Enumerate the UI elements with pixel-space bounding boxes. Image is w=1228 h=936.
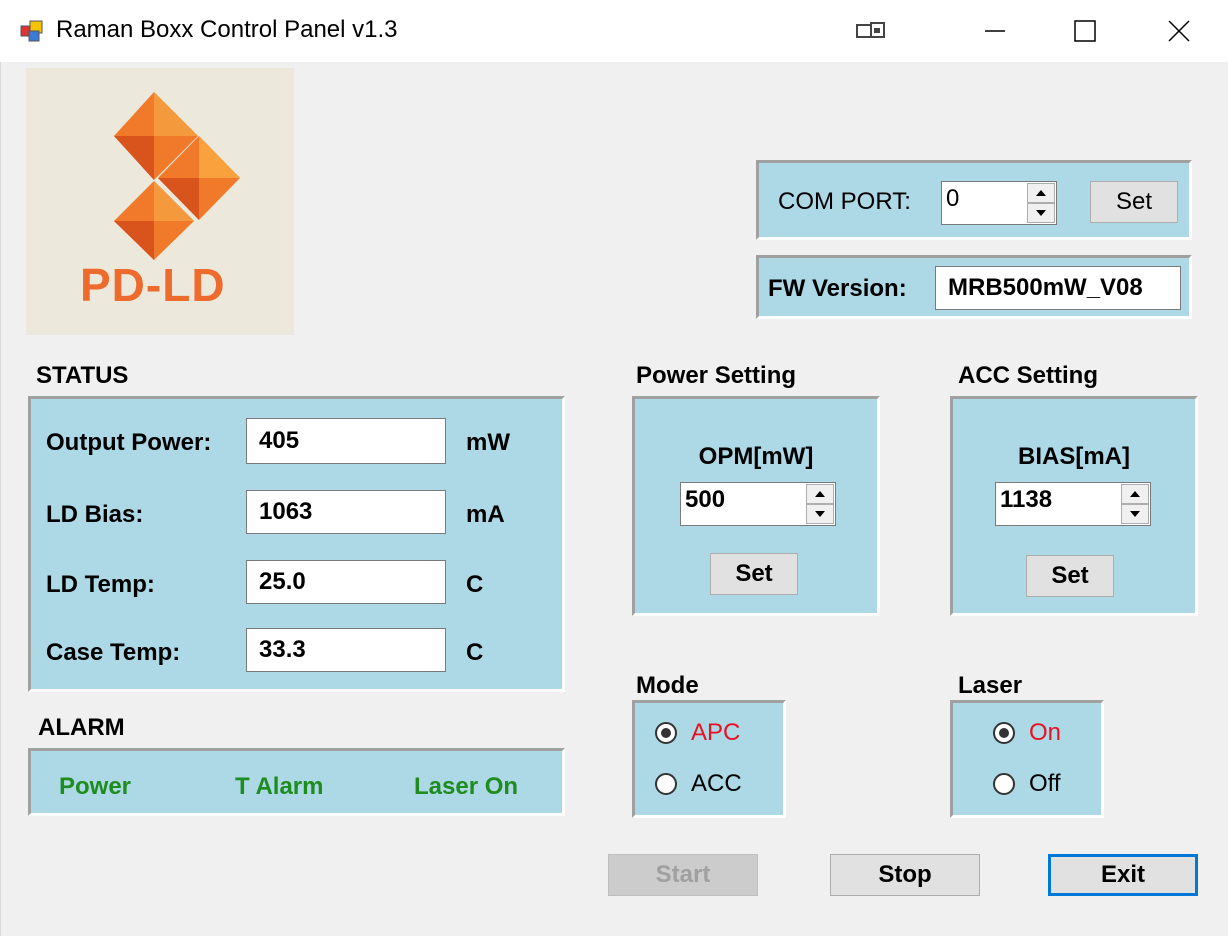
fw-version-field[interactable]: MRB500mW_V08 xyxy=(935,266,1181,310)
spin-down-button[interactable] xyxy=(1027,203,1055,223)
power-set-button[interactable]: Set xyxy=(710,553,798,595)
logo-diamonds-icon xyxy=(114,92,240,260)
exit-button[interactable]: Exit xyxy=(1048,854,1198,896)
status-panel: Output Power: 405 mW LD Bias: 1063 mA LD… xyxy=(28,396,565,692)
laser-off-label: Off xyxy=(1029,770,1061,797)
radio-selected-icon xyxy=(993,722,1015,744)
laser-title: Laser xyxy=(958,672,1023,699)
mode-panel: APC ACC xyxy=(632,700,786,818)
alarm-panel: Power T Alarm Laser On xyxy=(28,748,565,816)
laser-on-label: On xyxy=(1029,719,1062,746)
output-power-label: Output Power: xyxy=(46,429,212,456)
spin-up-button[interactable] xyxy=(1027,183,1055,203)
ld-bias-field[interactable]: 1063 xyxy=(246,490,446,534)
com-port-label: COM PORT: xyxy=(778,188,911,215)
close-icon xyxy=(1168,20,1190,42)
radio-selected-icon xyxy=(655,722,677,744)
opm-label: OPM[mW] xyxy=(698,443,814,470)
arrow-down-icon xyxy=(1130,511,1140,517)
arrow-up-icon xyxy=(1130,491,1140,497)
spin-up-button[interactable] xyxy=(1121,484,1149,504)
ld-temp-field[interactable]: 25.0 xyxy=(246,560,446,604)
start-button[interactable]: Start xyxy=(608,854,758,896)
title-bar: Raman Boxx Control Panel v1.3 xyxy=(0,0,1228,62)
arrow-down-icon xyxy=(815,511,825,517)
bias-stepper[interactable]: 1138 xyxy=(995,482,1151,526)
com-port-set-button[interactable]: Set xyxy=(1090,181,1178,223)
arrow-up-icon xyxy=(1036,190,1046,196)
radio-unselected-icon xyxy=(993,773,1015,795)
case-temp-unit: C xyxy=(466,639,484,666)
spin-up-button[interactable] xyxy=(806,484,834,504)
radio-unselected-icon xyxy=(655,773,677,795)
fw-version-panel: FW Version: MRB500mW_V08 xyxy=(756,255,1192,319)
laser-off-radio[interactable]: Off xyxy=(993,770,1061,798)
opm-value: 500 xyxy=(685,486,726,513)
ld-bias-unit: mA xyxy=(466,501,505,528)
power-setting-panel: OPM[mW] 500 Set xyxy=(632,396,880,616)
window-title: Raman Boxx Control Panel v1.3 xyxy=(56,16,398,43)
logo-text: PD-LD xyxy=(80,259,226,311)
case-temp-field[interactable]: 33.3 xyxy=(246,628,446,672)
mode-apc-label: APC xyxy=(691,719,741,746)
case-temp-label: Case Temp: xyxy=(46,639,181,666)
output-power-field[interactable]: 405 xyxy=(246,418,446,464)
ld-temp-label: LD Temp: xyxy=(46,571,155,598)
fw-version-label: FW Version: xyxy=(768,275,907,302)
com-port-panel: COM PORT: 0 Set xyxy=(756,160,1192,240)
acc-setting-title: ACC Setting xyxy=(958,362,1098,389)
snap-icon-button[interactable] xyxy=(826,0,916,62)
window-snap-icon xyxy=(856,22,885,38)
alarm-laser-on-indicator: Laser On xyxy=(414,773,519,800)
pd-ld-logo: PD-LD xyxy=(26,68,294,335)
opm-stepper[interactable]: 500 xyxy=(680,482,836,526)
alarm-temp-indicator: T Alarm xyxy=(235,773,324,800)
maximize-icon xyxy=(1074,20,1096,42)
bias-value: 1138 xyxy=(1000,486,1053,513)
acc-set-button[interactable]: Set xyxy=(1026,555,1114,597)
mode-apc-radio[interactable]: APC xyxy=(655,719,740,747)
minimize-button[interactable] xyxy=(950,0,1040,62)
status-title: STATUS xyxy=(36,362,129,389)
stop-button[interactable]: Stop xyxy=(830,854,980,896)
com-port-stepper[interactable]: 0 xyxy=(941,181,1057,225)
laser-on-radio[interactable]: On xyxy=(993,719,1061,747)
mode-title: Mode xyxy=(636,672,699,699)
ld-bias-label: LD Bias: xyxy=(46,501,144,528)
laser-panel: On Off xyxy=(950,700,1104,818)
alarm-title: ALARM xyxy=(38,714,125,741)
app-icon xyxy=(20,20,43,42)
arrow-up-icon xyxy=(815,491,825,497)
minimize-icon xyxy=(985,30,1005,32)
spin-down-button[interactable] xyxy=(1121,504,1149,524)
ld-temp-unit: C xyxy=(466,571,484,598)
maximize-button[interactable] xyxy=(1040,0,1130,62)
bias-label: BIAS[mA] xyxy=(1018,443,1130,470)
com-port-value: 0 xyxy=(946,185,960,212)
mode-acc-radio[interactable]: ACC xyxy=(655,770,742,798)
output-power-unit: mW xyxy=(466,429,510,456)
close-button[interactable] xyxy=(1134,0,1224,62)
arrow-down-icon xyxy=(1036,210,1046,216)
mode-acc-label: ACC xyxy=(691,770,742,797)
acc-setting-panel: BIAS[mA] 1138 Set xyxy=(950,396,1198,616)
power-setting-title: Power Setting xyxy=(636,362,797,389)
alarm-power-indicator: Power xyxy=(59,773,132,800)
spin-down-button[interactable] xyxy=(806,504,834,524)
